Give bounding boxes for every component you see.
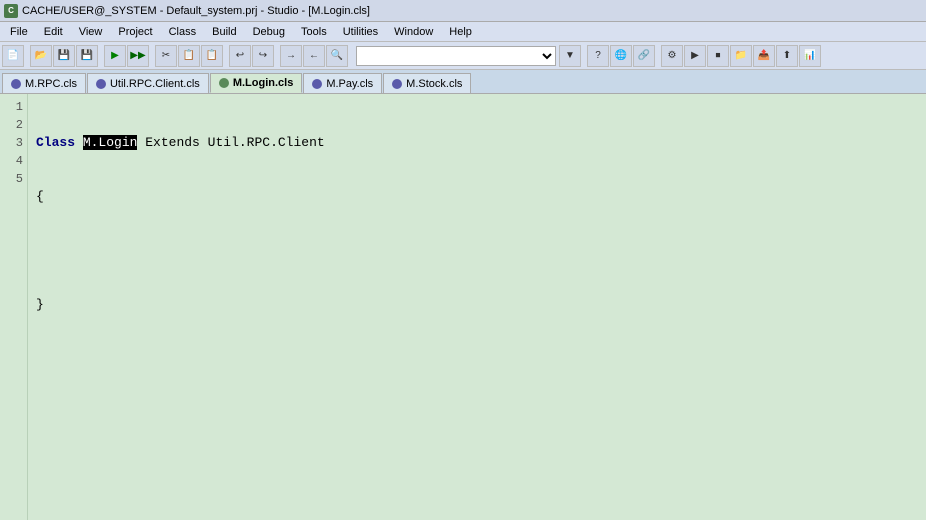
extra-btn6[interactable]: ⬆	[776, 45, 798, 67]
open-btn[interactable]: 📂	[30, 45, 52, 67]
line-num-4: 4	[2, 152, 23, 170]
menu-help[interactable]: Help	[441, 24, 480, 40]
context-dropdown[interactable]	[356, 46, 556, 66]
new-btn[interactable]: 📄	[2, 45, 24, 67]
highlighted-classname: M.Login	[83, 135, 138, 150]
tab-mlogin[interactable]: M.Login.cls	[210, 73, 303, 93]
toolbar: 📄 📂 💾 💾 ▶ ▶▶ ✂ 📋 📋 ↩ ↪ → ← 🔍 ▼ ? 🌐 🔗 ⚙ ▶…	[0, 42, 926, 70]
keyword-class: Class	[36, 135, 75, 150]
menu-tools[interactable]: Tools	[293, 24, 335, 40]
indent-btn[interactable]: →	[280, 45, 302, 67]
menu-project[interactable]: Project	[110, 24, 160, 40]
menu-file[interactable]: File	[2, 24, 36, 40]
outdent-btn[interactable]: ←	[303, 45, 325, 67]
browser-btn[interactable]: 🌐	[610, 45, 632, 67]
line-numbers: 1 2 3 4 5	[0, 94, 28, 520]
extra-btn4[interactable]: 📁	[730, 45, 752, 67]
help-btn[interactable]: ?	[587, 45, 609, 67]
tab-label-mrpc: M.RPC.cls	[25, 78, 77, 90]
line-num-1: 1	[2, 98, 23, 116]
compile-all-btn[interactable]: ▶▶	[127, 45, 149, 67]
menu-class[interactable]: Class	[161, 24, 205, 40]
tab-label-mpay: M.Pay.cls	[326, 78, 373, 90]
code-area[interactable]: Class M.Login Extends Util.RPC.Client { …	[28, 94, 926, 520]
undo-btn[interactable]: ↩	[229, 45, 251, 67]
tab-icon-mstock	[392, 79, 402, 89]
code-editor: 1 2 3 4 5 Class M.Login Extends Util.RPC…	[0, 94, 926, 520]
tab-icon-mpay	[312, 79, 322, 89]
tab-icon-utilrpc	[96, 79, 106, 89]
redo-btn[interactable]: ↪	[252, 45, 274, 67]
compile-btn[interactable]: ▶	[104, 45, 126, 67]
title-text: CACHE/USER@_SYSTEM - Default_system.prj …	[22, 5, 370, 17]
app-icon: C	[4, 4, 18, 18]
menu-bar: File Edit View Project Class Build Debug…	[0, 22, 926, 42]
line-num-3: 3	[2, 134, 23, 152]
extra-btn5[interactable]: 📤	[753, 45, 775, 67]
tab-utilrpc[interactable]: Util.RPC.Client.cls	[87, 73, 209, 93]
menu-edit[interactable]: Edit	[36, 24, 71, 40]
cut-btn[interactable]: ✂	[155, 45, 177, 67]
tab-label-mlogin: M.Login.cls	[233, 77, 294, 89]
tab-mrpc[interactable]: M.RPC.cls	[2, 73, 86, 93]
paste-btn[interactable]: 📋	[201, 45, 223, 67]
tab-mpay[interactable]: M.Pay.cls	[303, 73, 382, 93]
code-line-3	[36, 242, 918, 260]
menu-debug[interactable]: Debug	[245, 24, 293, 40]
save-btn[interactable]: 💾	[53, 45, 75, 67]
title-bar: C CACHE/USER@_SYSTEM - Default_system.pr…	[0, 0, 926, 22]
tab-label-mstock: M.Stock.cls	[406, 78, 462, 90]
menu-utilities[interactable]: Utilities	[335, 24, 386, 40]
tabs-bar: M.RPC.cls Util.RPC.Client.cls M.Login.cl…	[0, 70, 926, 94]
line-num-2: 2	[2, 116, 23, 134]
line-num-5: 5	[2, 170, 23, 188]
extra-btn7[interactable]: 📊	[799, 45, 821, 67]
code-line-5	[36, 350, 918, 368]
code-line-1: Class M.Login Extends Util.RPC.Client	[36, 134, 918, 152]
tab-mstock[interactable]: M.Stock.cls	[383, 73, 471, 93]
tab-icon-mrpc	[11, 79, 21, 89]
extra-btn3[interactable]: ⏹	[707, 45, 729, 67]
extra-btn2[interactable]: ▶	[684, 45, 706, 67]
find-btn[interactable]: 🔍	[326, 45, 348, 67]
menu-build[interactable]: Build	[204, 24, 244, 40]
code-line-2: {	[36, 188, 918, 206]
keyword-extends: Extends	[145, 135, 200, 150]
code-line-4: }	[36, 296, 918, 314]
tab-label-utilrpc: Util.RPC.Client.cls	[110, 78, 200, 90]
network-btn[interactable]: 🔗	[633, 45, 655, 67]
save-all-btn[interactable]: 💾	[76, 45, 98, 67]
parent-class-name: Util.RPC.Client	[208, 135, 325, 150]
menu-view[interactable]: View	[71, 24, 111, 40]
menu-window[interactable]: Window	[386, 24, 441, 40]
extra-btn1[interactable]: ⚙	[661, 45, 683, 67]
tab-icon-mlogin	[219, 78, 229, 88]
copy-btn[interactable]: 📋	[178, 45, 200, 67]
dropdown-btn[interactable]: ▼	[559, 45, 581, 67]
